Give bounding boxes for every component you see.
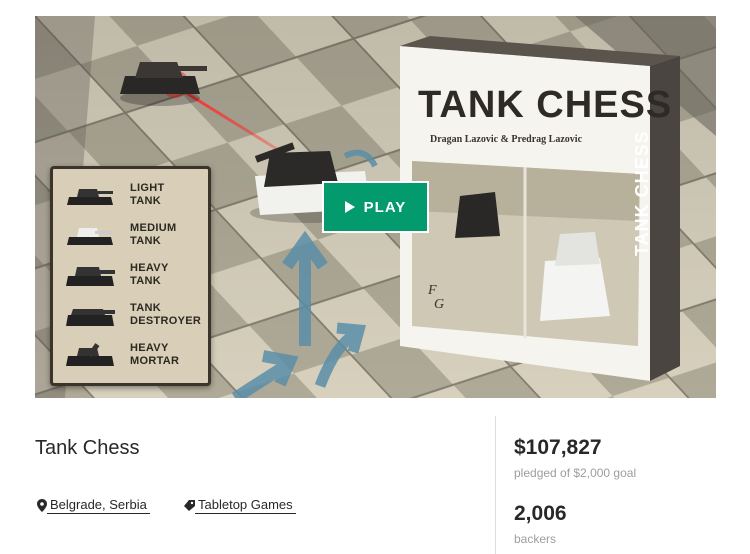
legend-label: TANK DESTROYER bbox=[130, 302, 202, 327]
pledged-label: pledged of $2,000 goal bbox=[514, 466, 637, 480]
logo-top: F bbox=[428, 283, 437, 298]
legend-label: LIGHT TANK bbox=[130, 182, 165, 207]
medium-tank-icon bbox=[67, 228, 113, 245]
category-text: Tabletop Games bbox=[195, 497, 296, 514]
map-pin-icon bbox=[37, 499, 47, 512]
tank-legend: LIGHT TANK MEDIUM TANK HEAVY TANK TANK D… bbox=[50, 166, 211, 386]
location-link[interactable]: Belgrade, Serbia bbox=[37, 497, 150, 514]
legend-medium-tank: MEDIUM TANK bbox=[53, 217, 208, 257]
light-tank-icon bbox=[67, 189, 113, 205]
legend-label: HEAVY TANK bbox=[130, 262, 169, 287]
logo-bottom: G bbox=[434, 297, 445, 312]
legend-light-tank: LIGHT TANK bbox=[53, 177, 208, 217]
play-icon bbox=[344, 201, 355, 213]
publisher-logo: F G bbox=[428, 284, 444, 312]
legend-label: MEDIUM TANK bbox=[130, 222, 177, 247]
play-button[interactable]: PLAY bbox=[322, 181, 429, 233]
heavy-mortar-icon bbox=[66, 343, 114, 366]
category-link[interactable]: Tabletop Games bbox=[184, 497, 296, 514]
location-text: Belgrade, Serbia bbox=[47, 497, 150, 514]
legend-heavy-tank: HEAVY TANK bbox=[53, 257, 208, 297]
play-label: PLAY bbox=[363, 198, 407, 216]
backers-label: backers bbox=[514, 532, 557, 546]
game-box-art: TANK CHESS Dragan Lazovic & Predrag Lazo… bbox=[400, 46, 680, 381]
heavy-tank-icon bbox=[66, 267, 115, 286]
project-title: Tank Chess bbox=[35, 437, 140, 459]
backers-count: 2,006 bbox=[514, 502, 567, 525]
box-authors: Dragan Lazovic & Predrag Lazovic bbox=[430, 134, 583, 145]
divider bbox=[495, 416, 496, 554]
box-side-title: TANK CHESS bbox=[632, 130, 652, 256]
legend-label: HEAVY MORTAR bbox=[130, 342, 180, 367]
pledged-amount: $107,827 bbox=[514, 436, 602, 459]
legend-tank-destroyer: TANK DESTROYER bbox=[53, 297, 208, 337]
box-title: TANK CHESS bbox=[418, 84, 673, 126]
project-video[interactable]: LIGHT TANK MEDIUM TANK HEAVY TANK TANK D… bbox=[35, 16, 716, 398]
legend-heavy-mortar: HEAVY MORTAR bbox=[53, 337, 208, 377]
tank-destroyer-icon bbox=[66, 309, 115, 326]
tag-icon bbox=[184, 500, 195, 511]
